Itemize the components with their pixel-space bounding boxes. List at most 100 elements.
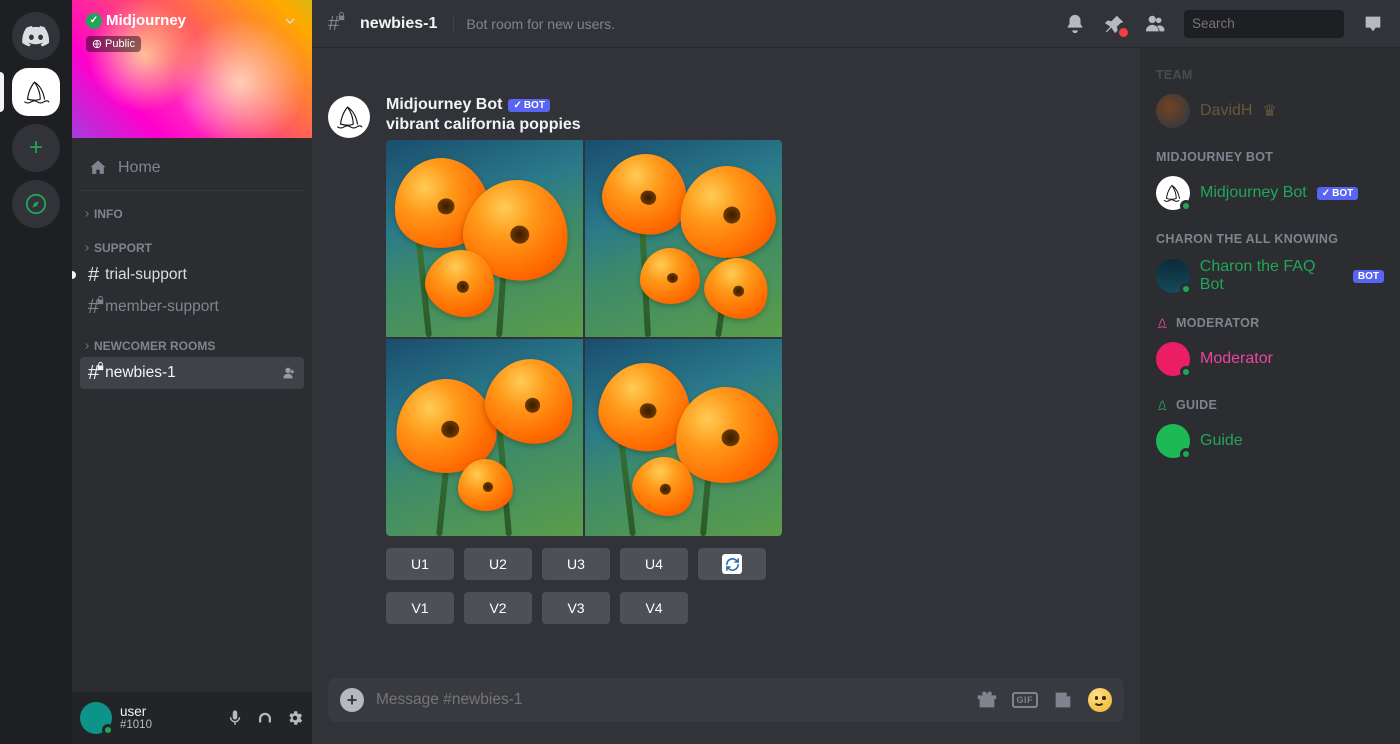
u3-button[interactable]: U3 [542, 548, 610, 580]
channel-list[interactable]: Home INFO SUPPORT # trial-support # memb… [72, 138, 312, 692]
avatar [1156, 342, 1190, 376]
role-icon [1156, 398, 1170, 412]
channel-member-support[interactable]: # member-support [80, 291, 304, 323]
u1-button[interactable]: U1 [386, 548, 454, 580]
role-icon [1156, 316, 1170, 330]
members-panel[interactable]: TEAM DavidH ♛ MIDJOURNEY BOT Midjourney … [1140, 48, 1400, 744]
crown-icon: ♛ [1262, 101, 1276, 121]
search-input[interactable] [1192, 16, 1369, 31]
composer-area: + GIF [312, 678, 1140, 744]
public-badge: Public [86, 36, 141, 52]
user-settings-button[interactable] [286, 709, 304, 727]
u2-button[interactable]: U2 [464, 548, 532, 580]
emoji-picker-button[interactable] [1088, 688, 1112, 712]
member-guide[interactable]: Guide [1152, 420, 1388, 462]
image-quadrant-1 [386, 140, 583, 337]
home-label: Home [118, 159, 161, 177]
add-server-button[interactable]: + [12, 124, 60, 172]
avatar [1156, 94, 1190, 128]
server-header-button[interactable]: ✓ Midjourney [72, 0, 312, 41]
hash-icon: # [88, 265, 99, 285]
member-moderator[interactable]: Moderator [1152, 338, 1388, 380]
server-name-label: Midjourney [106, 12, 186, 29]
v4-button[interactable]: V4 [620, 592, 688, 624]
image-quadrant-2 [585, 140, 782, 337]
channel-topic[interactable]: Bot room for new users. [453, 16, 615, 32]
role-header-team: TEAM [1156, 68, 1388, 82]
role-header-charon: CHARON THE ALL KNOWING [1156, 232, 1388, 246]
avatar [1156, 259, 1190, 293]
member-list-toggle[interactable] [1144, 13, 1166, 35]
status-online-icon [102, 724, 114, 736]
category-info[interactable]: INFO [80, 191, 304, 225]
notifications-button[interactable] [1064, 13, 1086, 35]
hash-lock-icon: # [328, 14, 339, 34]
midjourney-server-icon [19, 75, 53, 109]
channel-topbar: # newbies-1 Bot room for new users. [312, 0, 1400, 48]
role-header-midjourney-bot: MIDJOURNEY BOT [1156, 150, 1388, 164]
bot-badge: ✓ BOT [1317, 187, 1359, 200]
bot-badge: BOT [1353, 270, 1384, 283]
discord-home-button[interactable] [12, 12, 60, 60]
user-panel: user #1010 [72, 692, 312, 744]
hash-lock-icon: # [88, 363, 99, 383]
explore-servers-button[interactable] [12, 180, 60, 228]
member-midjourney-bot[interactable]: Midjourney Bot ✓ BOT [1152, 172, 1388, 214]
sticker-button[interactable] [1052, 689, 1074, 711]
upscale-button-row: U1 U2 U3 U4 [386, 548, 1124, 580]
self-name-button[interactable]: user #1010 [120, 704, 152, 733]
channel-sidebar: ✓ Midjourney Public Home INFO SUPPORT # … [72, 0, 312, 744]
server-midjourney-button[interactable] [12, 68, 60, 116]
role-header-moderator: MODERATOR [1156, 316, 1388, 330]
generated-image-grid[interactable] [386, 140, 782, 536]
inbox-button[interactable] [1362, 13, 1384, 35]
v2-button[interactable]: V2 [464, 592, 532, 624]
plus-icon: + [29, 134, 43, 162]
hash-lock-icon: # [88, 297, 99, 317]
reroll-button[interactable] [698, 548, 766, 580]
refresh-icon [722, 554, 742, 574]
member-davidh[interactable]: DavidH ♛ [1152, 90, 1388, 132]
v3-button[interactable]: V3 [542, 592, 610, 624]
create-invite-icon[interactable] [280, 365, 296, 381]
image-quadrant-3 [386, 339, 583, 536]
server-bar: + [0, 0, 72, 744]
category-support[interactable]: SUPPORT [80, 225, 304, 259]
message: Midjourney Bot ✓ BOT vibrant california … [328, 96, 1124, 624]
deafen-button[interactable] [256, 709, 274, 727]
pin-notification-dot [1119, 28, 1128, 37]
discord-logo-icon [22, 25, 50, 47]
channel-name-label: newbies-1 [360, 15, 437, 33]
mute-mic-button[interactable] [226, 709, 244, 727]
image-quadrant-4 [585, 339, 782, 536]
search-box[interactable] [1184, 10, 1344, 38]
bot-badge: ✓ BOT [508, 99, 550, 112]
author-name[interactable]: Midjourney Bot [386, 96, 502, 114]
v1-button[interactable]: V1 [386, 592, 454, 624]
u4-button[interactable]: U4 [620, 548, 688, 580]
compass-icon [25, 193, 47, 215]
category-newcomer[interactable]: NEWCOMER ROOMS [80, 323, 304, 357]
member-charon[interactable]: Charon the FAQ Bot BOT [1152, 254, 1388, 298]
message-composer[interactable]: + GIF [328, 678, 1124, 722]
pinned-messages-button[interactable] [1104, 13, 1126, 35]
main-area: # newbies-1 Bot room for new users. Mid [312, 0, 1400, 744]
message-scroll-area[interactable]: Midjourney Bot ✓ BOT vibrant california … [312, 48, 1140, 678]
message-input[interactable] [376, 691, 964, 709]
message-content: vibrant california poppies [386, 116, 1124, 134]
self-avatar[interactable] [80, 702, 112, 734]
threads-button[interactable] [1024, 13, 1046, 35]
gift-button[interactable] [976, 689, 998, 711]
channel-newbies-1[interactable]: # newbies-1 [80, 357, 304, 389]
author-avatar[interactable] [328, 96, 370, 138]
midjourney-bot-avatar-icon [332, 100, 366, 134]
chevron-down-icon [282, 13, 298, 29]
verified-badge-icon: ✓ [86, 13, 102, 29]
role-header-guide: GUIDE [1156, 398, 1388, 412]
avatar [1156, 424, 1190, 458]
channel-trial-support[interactable]: # trial-support [80, 259, 304, 291]
home-link[interactable]: Home [80, 146, 304, 191]
gif-button[interactable]: GIF [1012, 692, 1039, 708]
attach-button[interactable]: + [340, 688, 364, 712]
avatar [1156, 176, 1190, 210]
